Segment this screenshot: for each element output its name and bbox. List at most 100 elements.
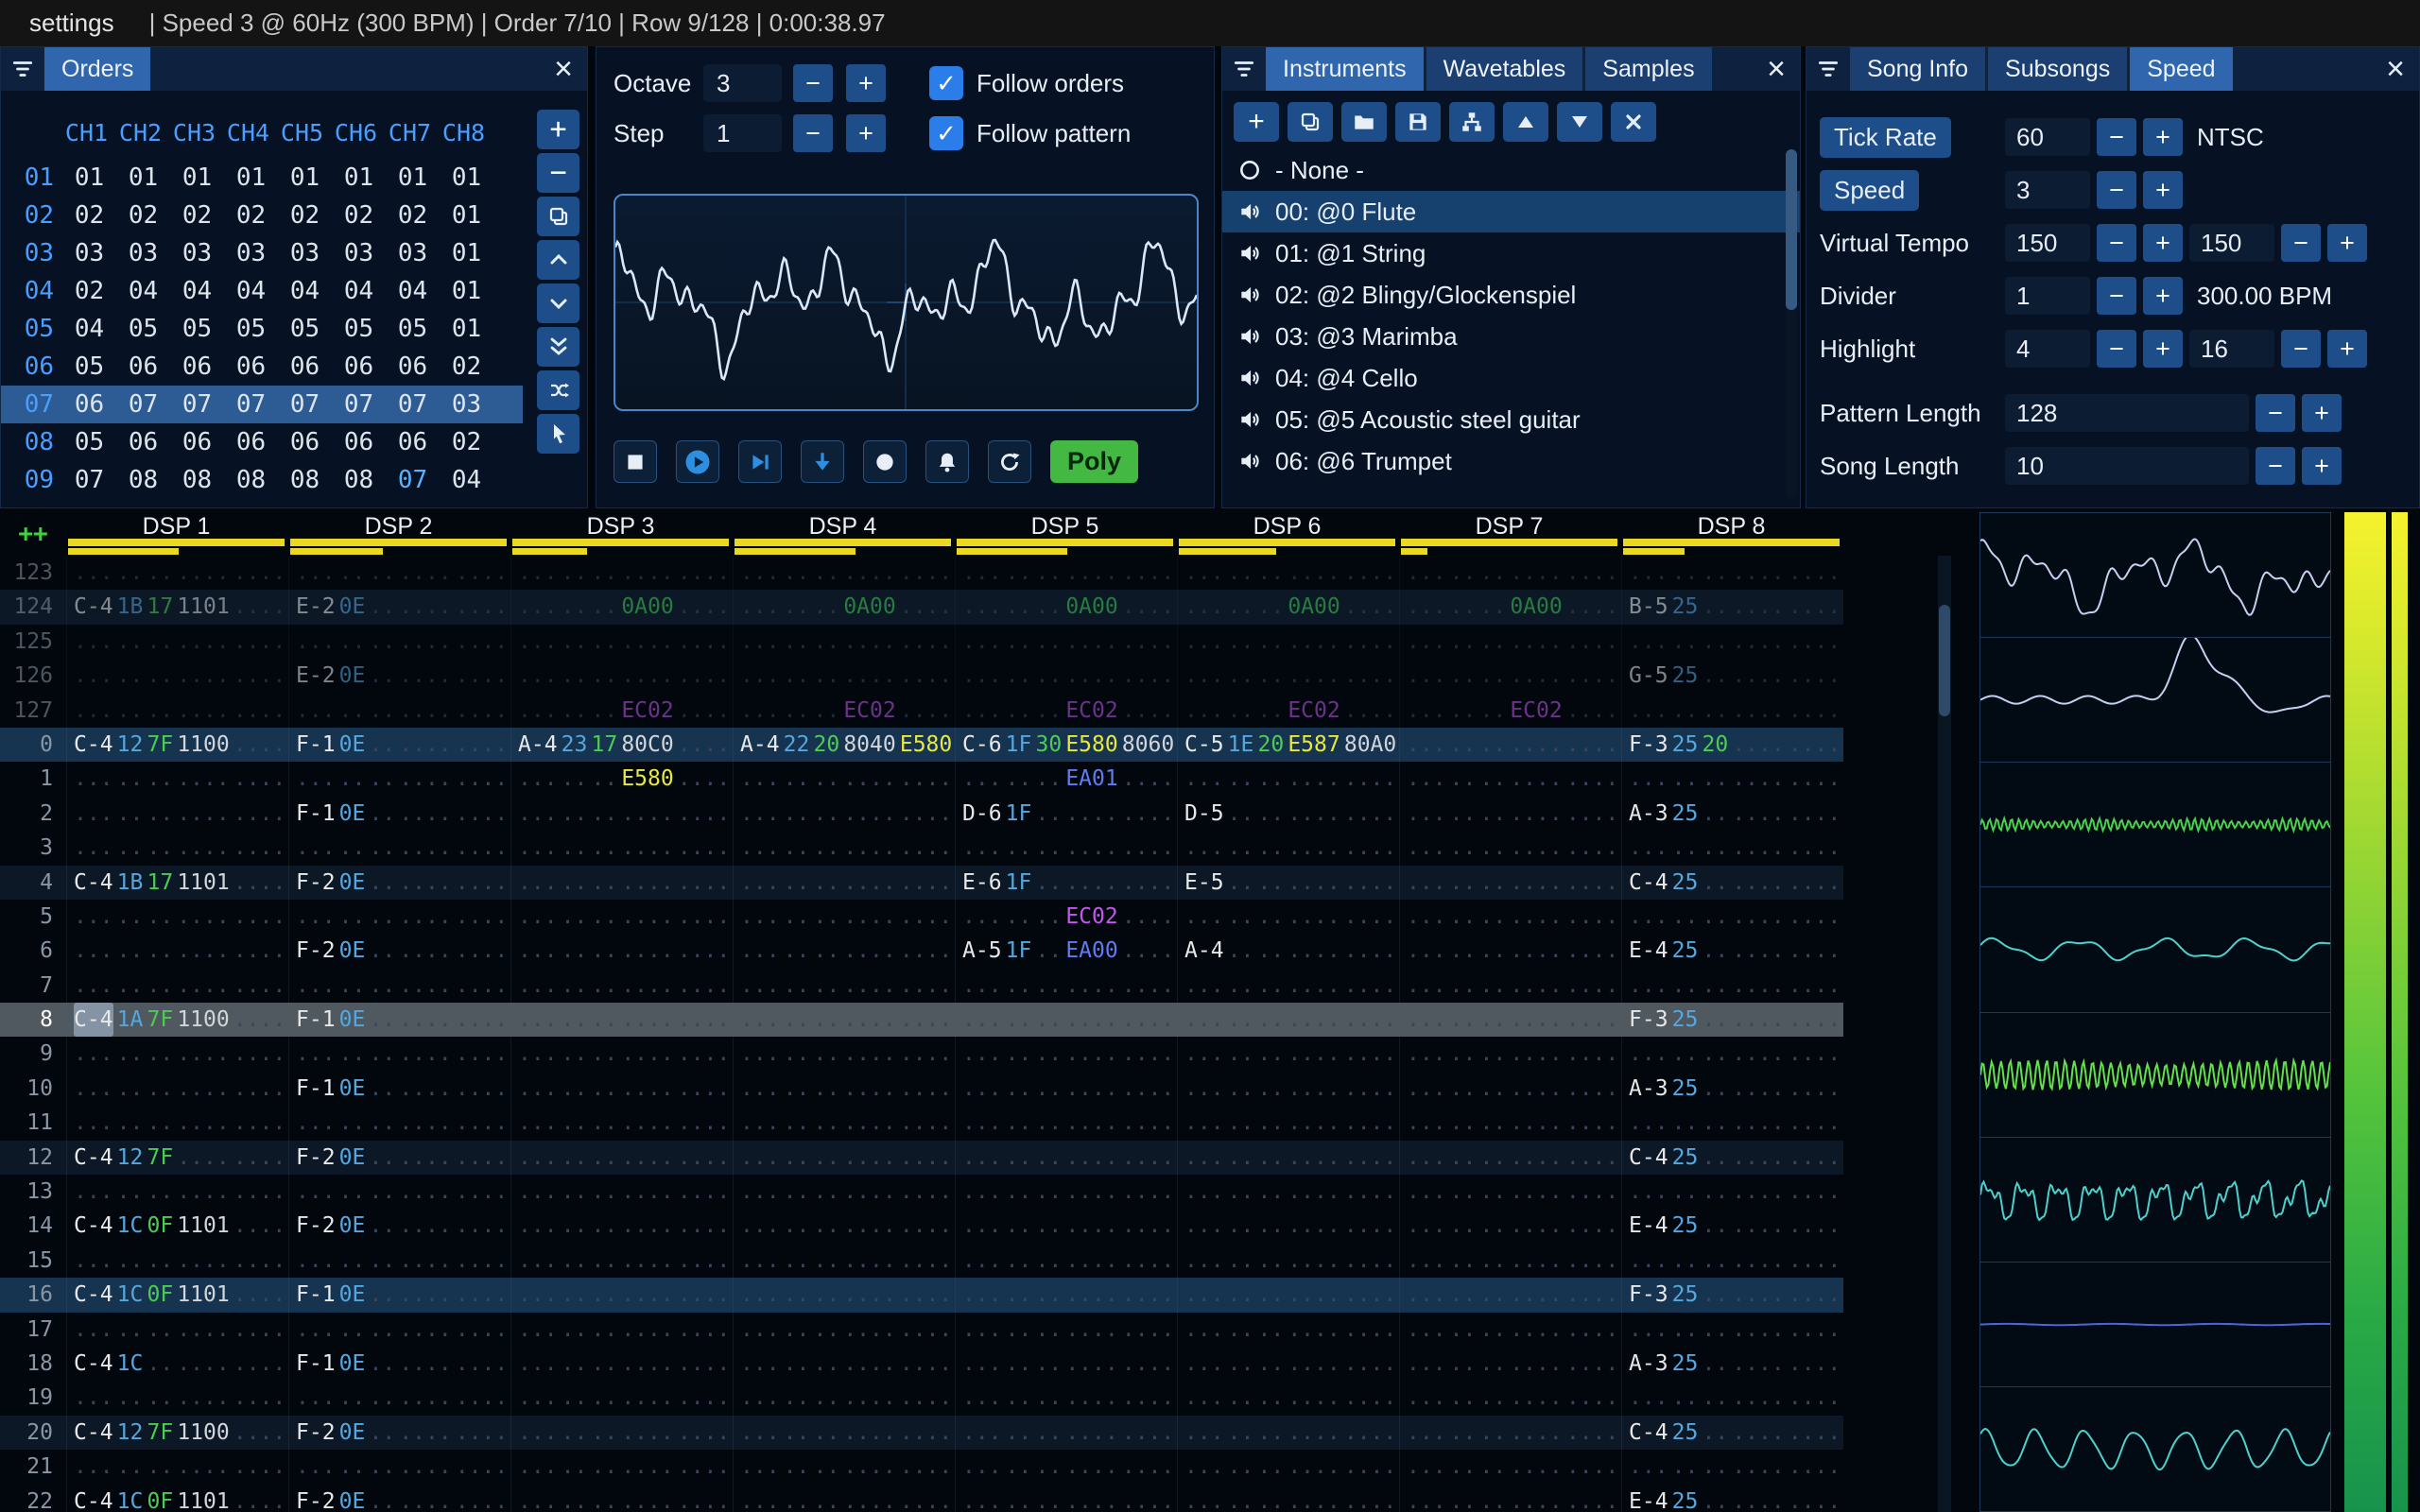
pattern-cell[interactable]: ............... (733, 762, 955, 797)
instruments-tab-samples[interactable]: Samples (1585, 47, 1712, 91)
song-length-decrease-button[interactable]: − (2256, 447, 2295, 485)
order-cell[interactable]: 07 (386, 466, 440, 494)
add-instrument-button[interactable]: + (1234, 102, 1279, 142)
pattern-cell[interactable]: ............... (733, 1312, 955, 1347)
instrument-list-scrollbar[interactable] (1786, 149, 1797, 499)
move-down-order-button[interactable] (537, 284, 579, 323)
pattern-cell[interactable]: ............... (733, 934, 955, 969)
tick-rate-value[interactable]: 60 (2005, 118, 2090, 156)
pattern-cell[interactable]: ............... (955, 1037, 1177, 1072)
pattern-cell[interactable]: ............... (1399, 1278, 1621, 1313)
pattern-cell[interactable]: ............... (955, 1106, 1177, 1141)
pattern-cell[interactable]: ............... (1177, 1003, 1399, 1038)
follow-pattern-checkbox[interactable]: ✓ (929, 116, 963, 150)
channel-header-7[interactable]: DSP 7 (1399, 512, 1619, 556)
pattern-cell[interactable]: E-2 0E.......... (288, 590, 510, 625)
pattern-cell[interactable]: F-1 0E.......... (288, 1071, 510, 1107)
pattern-cell[interactable]: ............... (1399, 1175, 1621, 1210)
pattern-cell[interactable]: ............... (1177, 1381, 1399, 1416)
pattern-cell[interactable]: F-1 0E.......... (288, 727, 510, 763)
channel-header-5[interactable]: DSP 5 (955, 512, 1175, 556)
order-cell[interactable]: 01 (116, 163, 170, 192)
pattern-cell[interactable]: ............... (1621, 1243, 1843, 1279)
order-cell[interactable]: 06 (170, 428, 224, 456)
pattern-cell[interactable]: ............... (1177, 1415, 1399, 1451)
pattern-cell[interactable]: ............... (733, 624, 955, 660)
pattern-cell[interactable]: F-2 0E.......... (288, 865, 510, 900)
pattern-cell[interactable]: ............... (1399, 1037, 1621, 1072)
pattern-cell[interactable]: ............... (288, 624, 510, 660)
pattern-cell[interactable]: ............... (1177, 831, 1399, 866)
pattern-cell[interactable]: F-2 0E.......... (288, 934, 510, 969)
pattern-cell[interactable]: ............... (1621, 1106, 1843, 1141)
pattern-cell[interactable]: ............... (733, 1106, 955, 1141)
order-cell[interactable]: 02 (170, 201, 224, 230)
pattern-cell[interactable]: ....... 0A00.... (733, 590, 955, 625)
order-cell[interactable]: 02 (386, 201, 440, 230)
highlight-decrease-button[interactable]: − (2281, 330, 2321, 368)
pattern-scrollbar[interactable] (1938, 556, 1951, 1512)
instrument-item-2[interactable]: 01: @1 String (1222, 232, 1800, 274)
order-cell[interactable]: 06 (386, 352, 440, 381)
virtual-tempo-decrease-button[interactable]: − (2097, 224, 2136, 262)
pattern-cell[interactable]: ............... (66, 1175, 288, 1210)
order-cell[interactable]: 07 (386, 390, 440, 419)
pattern-cell[interactable]: F-1 0E.......... (288, 796, 510, 832)
order-row-07[interactable]: 07 06 07 07 07 07 07 07 03 (1, 386, 523, 423)
divider-decrease-button[interactable]: − (2097, 277, 2136, 315)
octave-input[interactable]: 3 (703, 64, 782, 102)
pattern-cell[interactable]: ............... (510, 1071, 733, 1107)
order-cell[interactable]: 01 (440, 163, 493, 192)
instruments-tab-instruments[interactable]: Instruments (1266, 47, 1424, 91)
order-cell[interactable]: 06 (386, 428, 440, 456)
order-cell[interactable]: 02 (440, 428, 493, 456)
pattern-cell[interactable]: ............... (1621, 831, 1843, 866)
pattern-cell[interactable]: ............... (1621, 1312, 1843, 1347)
pattern-cell[interactable]: ............... (733, 1003, 955, 1038)
order-cell[interactable]: 07 (278, 390, 332, 419)
instrument-item-3[interactable]: 02: @2 Blingy/Glockenspiel (1222, 274, 1800, 316)
song-close-icon[interactable]: × (2372, 47, 2419, 91)
pattern-cell[interactable]: ............... (1177, 1484, 1399, 1512)
pattern-cell[interactable]: ............... (510, 1243, 733, 1279)
orders-tab-orders[interactable]: Orders (44, 47, 151, 91)
order-cell[interactable]: 01 (332, 163, 386, 192)
pattern-cell[interactable]: ............... (1177, 1346, 1399, 1382)
pattern-cell[interactable]: ............... (955, 556, 1177, 591)
pattern-cell[interactable]: ............... (733, 968, 955, 1004)
pattern-cell[interactable]: ............... (1177, 1140, 1399, 1176)
pattern-cell[interactable]: ............... (955, 1175, 1177, 1210)
pattern-cell[interactable]: ............... (733, 1037, 955, 1072)
instruments-window-menu-icon[interactable] (1222, 47, 1266, 91)
pattern-cell[interactable]: ............... (1177, 1037, 1399, 1072)
speed-increase-button[interactable]: + (2143, 171, 2183, 209)
move-up-order-button[interactable] (537, 240, 579, 280)
pattern-cell[interactable]: ............... (66, 1381, 288, 1416)
move-to-bottom-order-button[interactable] (537, 327, 579, 367)
pattern-cell[interactable]: ....... 0A00.... (955, 590, 1177, 625)
pattern-cell[interactable]: ............... (1177, 1106, 1399, 1141)
divider-value[interactable]: 1 (2005, 277, 2090, 315)
order-row-09[interactable]: 09 07 08 08 08 08 08 07 04 (1, 461, 523, 499)
order-cell[interactable]: 03 (386, 239, 440, 267)
pattern-scrollbar-thumb[interactable] (1939, 605, 1950, 716)
order-cell[interactable]: 06 (278, 352, 332, 381)
pattern-cell[interactable]: ............... (1177, 899, 1399, 935)
order-cell[interactable]: 05 (278, 315, 332, 343)
song-length-value[interactable]: 10 (2005, 447, 2249, 485)
order-cell[interactable]: 05 (224, 315, 278, 343)
pattern-cell[interactable]: ............... (1399, 1209, 1621, 1244)
speed-label[interactable]: Speed (1820, 169, 1920, 211)
pattern-cell[interactable]: ............... (1621, 693, 1843, 728)
pattern-cell[interactable]: ............... (510, 1415, 733, 1451)
order-cell[interactable]: 02 (224, 201, 278, 230)
instrument-item-5[interactable]: 04: @4 Cello (1222, 357, 1800, 399)
pattern-cell[interactable]: ............... (955, 1381, 1177, 1416)
pattern-cell[interactable]: ............... (510, 1450, 733, 1485)
order-cell[interactable]: 06 (332, 352, 386, 381)
order-cell[interactable]: 03 (116, 239, 170, 267)
pattern-cell[interactable]: ............... (510, 968, 733, 1004)
pattern-cell[interactable]: ............... (1399, 659, 1621, 694)
pattern-cell[interactable]: ............... (66, 1450, 288, 1485)
pattern-cell[interactable]: C-4 25.......... (1621, 1415, 1843, 1451)
